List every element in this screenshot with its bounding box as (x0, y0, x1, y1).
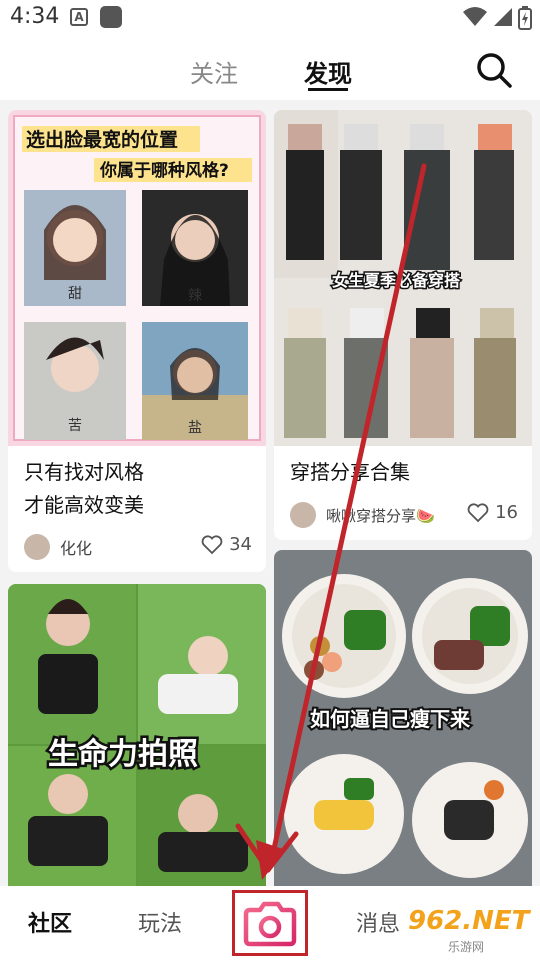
cover-headline: 选出脸最宽的位置 (26, 128, 178, 151)
tab-follow[interactable]: 关注 (190, 54, 238, 89)
wifi-icon (463, 7, 487, 26)
heart-icon (467, 502, 489, 522)
card-cover-image: 女生夏季必备穿搭 (274, 110, 532, 446)
author-name: 啾啾穿搭分享🍉 (326, 506, 435, 525)
card-author[interactable]: 啾啾穿搭分享🍉 (290, 502, 435, 528)
search-icon[interactable] (474, 50, 514, 90)
cover-subheadline: 你属于哪种风格? (99, 160, 229, 181)
notification-icon: A (70, 8, 88, 26)
feed-card[interactable]: 选出脸最宽的位置 你属于哪种风格? 甜 辣 苦 盐 只有找对风格 才能高效变美 … (8, 110, 266, 572)
card-author[interactable]: 化化 (24, 534, 92, 560)
top-nav: 关注 发现 (0, 36, 540, 100)
watermark-logo: 962.NET (408, 906, 530, 936)
app-notification-icon (100, 6, 122, 28)
cover-tag: 盐 (188, 420, 202, 436)
card-title: 只有找对风格 才能高效变美 (24, 456, 144, 522)
camera-button[interactable] (232, 890, 308, 956)
card-cover-image: 如何逼自己瘦下来 (274, 550, 532, 886)
bottom-nav: 社区 玩法 消息 962.NET 乐游网 (0, 886, 540, 960)
cover-caption: 女生夏季必备穿搭 (332, 271, 461, 290)
cover-tag: 苦 (68, 418, 82, 434)
feed-card[interactable]: 如何逼自己瘦下来 (274, 550, 532, 886)
feed: 选出脸最宽的位置 你属于哪种风格? 甜 辣 苦 盐 只有找对风格 才能高效变美 … (0, 100, 540, 886)
tab-discover[interactable]: 发现 (304, 54, 352, 89)
card-cover-image: 生命力拍照 (8, 584, 266, 886)
avatar (290, 502, 316, 528)
like-count: 34 (229, 534, 252, 555)
heart-icon (201, 534, 223, 554)
nav-community[interactable]: 社区 (28, 906, 72, 938)
cover-caption: 生命力拍照 (48, 737, 198, 772)
like-count: 16 (495, 502, 518, 523)
cover-caption: 如何逼自己瘦下来 (310, 707, 471, 731)
nav-messages[interactable]: 消息 (356, 906, 400, 938)
like-button[interactable]: 16 (467, 502, 518, 523)
feed-card[interactable]: 女生夏季必备穿搭 穿搭分享合集 啾啾穿搭分享🍉 16 (274, 110, 532, 540)
card-title-line: 只有找对风格 (24, 460, 144, 484)
feed-card[interactable]: 生命力拍照 (8, 584, 266, 886)
avatar (24, 534, 50, 560)
watermark-subtext: 乐游网 (448, 940, 485, 954)
status-time: 4:34 (10, 4, 60, 29)
camera-icon (243, 901, 297, 947)
status-bar: 4:34 A (0, 0, 540, 36)
card-cover-image: 选出脸最宽的位置 你属于哪种风格? 甜 辣 苦 盐 (8, 110, 266, 446)
cover-tag: 甜 (68, 286, 82, 302)
card-title-line: 穿搭分享合集 (290, 460, 410, 484)
like-button[interactable]: 34 (201, 534, 252, 555)
cover-tag: 辣 (188, 288, 202, 304)
signal-icon (494, 8, 512, 26)
tab-active-indicator (308, 88, 348, 91)
author-name: 化化 (60, 539, 93, 558)
card-title: 穿搭分享合集 (290, 456, 410, 489)
battery-icon (518, 6, 532, 30)
card-title-line: 才能高效变美 (24, 493, 144, 517)
nav-play[interactable]: 玩法 (138, 906, 182, 938)
